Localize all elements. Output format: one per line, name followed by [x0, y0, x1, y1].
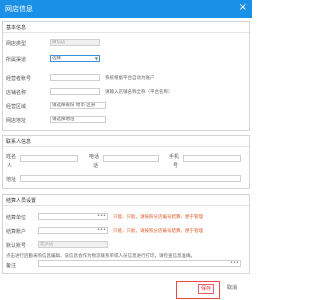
- field-label: 网店地址: [6, 118, 27, 124]
- contact-mobile-input[interactable]: [183, 155, 241, 162]
- field-label: 经营区域: [6, 104, 27, 110]
- divider: [3, 205, 249, 206]
- field-label: 结算单位: [6, 215, 27, 221]
- field-hint: 只能，只能，请按照分店编号结算，便于管理: [113, 215, 203, 220]
- divider: [3, 32, 249, 33]
- field-hint: 只能，只能，请按照分店编号结算，便于管理: [113, 229, 203, 234]
- shop-address-select[interactable]: 请选择地址: [50, 116, 106, 123]
- field-label: 手机: [169, 154, 180, 160]
- section-title: 结算人员设置: [6, 198, 37, 204]
- section-title: 联系人信息: [6, 139, 32, 145]
- field-label: 号: [173, 163, 179, 169]
- field-label: 姓名: [6, 154, 17, 160]
- close-icon[interactable]: ×: [239, 2, 247, 14]
- contact-address-input[interactable]: [20, 175, 241, 182]
- section-title: 基本信息: [6, 25, 27, 31]
- field-label: 备注: [6, 263, 17, 269]
- settlement-unit-select[interactable]: •••: [38, 213, 108, 220]
- dialog-title: 网店信息: [5, 5, 33, 13]
- contact-section: 联系人信息 姓名 人 电话 话 手机 号 地址: [2, 135, 250, 189]
- save-button[interactable]: 保存: [198, 284, 214, 294]
- settlement-account-select[interactable]: •••: [38, 227, 108, 234]
- field-label: 店铺名称: [6, 90, 27, 96]
- select-value: 选择: [52, 56, 61, 61]
- field-hint: 请输入店铺名称全称（平台名称）: [105, 90, 173, 95]
- field-label: 所属渠道: [6, 57, 27, 63]
- field-label: 默认账号: [6, 243, 27, 249]
- shop-name-input[interactable]: [50, 88, 100, 95]
- more-icon: •••: [97, 227, 106, 233]
- shop-type-field: 微信店: [50, 39, 100, 46]
- more-icon: •••: [230, 260, 239, 266]
- contact-name-input[interactable]: [20, 155, 78, 162]
- field-label: 网店类型: [6, 41, 27, 47]
- field-label: 经营者账号: [6, 76, 32, 82]
- default-account-field: 北京店: [38, 241, 108, 248]
- divider: [3, 146, 249, 147]
- cancel-button[interactable]: 取消: [224, 284, 240, 294]
- shop-channel-select[interactable]: 选择 ▼: [50, 55, 100, 62]
- dialog-titlebar: 网店信息 ×: [0, 0, 252, 18]
- field-label: 地址: [6, 177, 17, 183]
- more-icon: •••: [97, 213, 106, 219]
- chevron-down-icon: ▼: [94, 56, 98, 61]
- basic-info-section: 基本信息 网店类型 微信店 所属渠道 选择 ▼ 经营者账号 系统根据平台自动为账…: [2, 21, 250, 131]
- contact-phone-input[interactable]: [103, 155, 159, 162]
- settlement-section: 结算人员设置 结算单位 ••• 只能，只能，请按照分店编号结算，便于管理 结算账…: [2, 194, 250, 274]
- principal-account-input[interactable]: [50, 74, 100, 81]
- field-label: 话: [93, 163, 99, 169]
- field-label: 人: [7, 163, 13, 169]
- field-label: 结算账户: [6, 229, 27, 235]
- remark-input[interactable]: •••: [38, 260, 241, 267]
- region-select[interactable]: 请选择省份 地市 区县: [50, 102, 106, 109]
- field-label: 电话: [89, 154, 100, 160]
- field-hint: 系统根据平台自动为账户: [105, 76, 155, 81]
- settlement-note: 点击进行后勤采购信息编辑，该信息会作为物流联系单或人员信息进行打印，请检查信息准…: [6, 254, 195, 259]
